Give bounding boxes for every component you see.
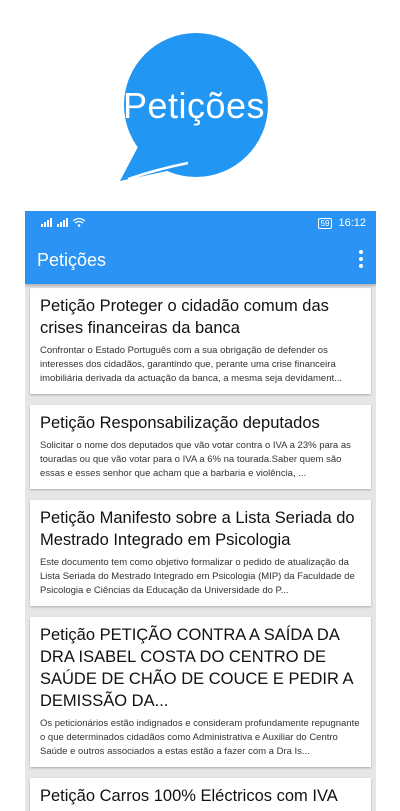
petition-list: Petição Proteger o cidadão comum das cri…	[25, 284, 376, 811]
wifi-icon	[73, 218, 85, 227]
status-right: 59 16:12	[317, 217, 366, 229]
petition-card[interactable]: Petição Manifesto sobre a Lista Seriada …	[30, 500, 371, 606]
petition-description: Os peticionários estão indignados e cons…	[40, 718, 360, 757]
petition-title: Petição Carros 100% Eléctricos com IVA a…	[40, 787, 337, 811]
petition-description: Solicitar o nome dos deputados que vão v…	[40, 440, 351, 479]
status-icons	[41, 218, 85, 227]
app-bar: Petições	[25, 236, 376, 284]
petition-card[interactable]: Petição Carros 100% Eléctricos com IVA a…	[30, 778, 371, 811]
battery-icon: 59	[317, 217, 333, 229]
status-bar: 59 16:12	[25, 211, 376, 236]
petition-title: Petição Responsabilização deputados	[40, 414, 320, 432]
petition-card[interactable]: Petição Proteger o cidadão comum das cri…	[30, 288, 371, 394]
page-title: Petições	[37, 250, 107, 270]
petition-card[interactable]: Petição PETIÇÃO CONTRA A SAÍDA DA DRA IS…	[30, 617, 371, 767]
petition-title: Petição PETIÇÃO CONTRA A SAÍDA DA DRA IS…	[40, 626, 353, 710]
signal-icon	[57, 218, 68, 227]
more-vert-icon[interactable]	[358, 250, 364, 268]
petition-description: Confrontar o Estado Português com a sua …	[40, 345, 343, 384]
logo-text: Petições	[122, 85, 266, 126]
status-time: 16:12	[338, 217, 366, 229]
petition-title: Petição Manifesto sobre a Lista Seriada …	[40, 509, 355, 549]
petition-description: Este documento tem como objetivo formali…	[40, 557, 355, 596]
phone-screen: 59 16:12 Petições Petição Proteger o cid…	[25, 211, 376, 811]
app-logo: Petições	[118, 33, 270, 185]
signal-icon	[41, 218, 52, 227]
petition-card[interactable]: Petição Responsabilização deputados Soli…	[30, 405, 371, 489]
petition-title: Petição Proteger o cidadão comum das cri…	[40, 297, 329, 337]
